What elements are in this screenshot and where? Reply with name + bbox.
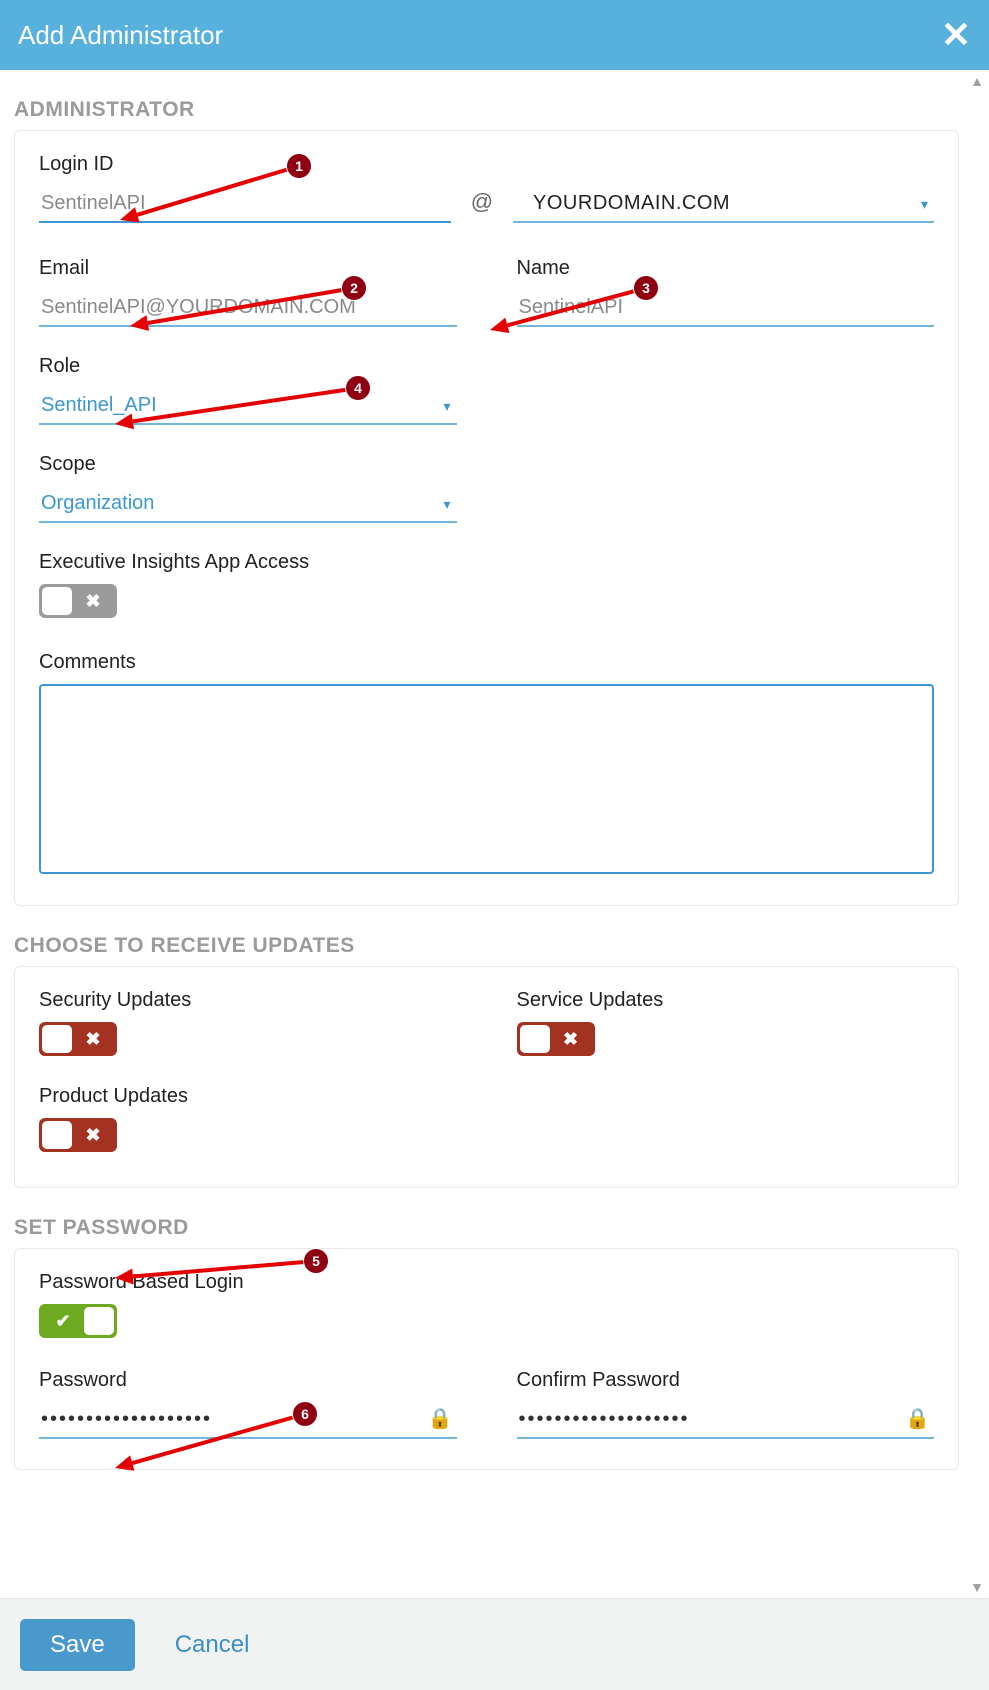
modal-footer: Save Cancel — [0, 1598, 989, 1690]
x-icon: ✖ — [73, 1125, 113, 1146]
login-id-input[interactable] — [39, 186, 451, 223]
email-label: Email — [39, 257, 457, 280]
x-icon: ✖ — [551, 1029, 591, 1050]
scope-label: Scope — [39, 453, 457, 476]
name-label: Name — [517, 257, 935, 280]
product-updates-label: Product Updates — [39, 1085, 457, 1108]
scrollbar[interactable]: ▲ ▼ — [965, 70, 989, 1598]
scroll-up-icon[interactable]: ▲ — [968, 72, 986, 90]
cancel-button[interactable]: Cancel — [175, 1631, 250, 1659]
save-button[interactable]: Save — [20, 1619, 135, 1671]
section-password: SET PASSWORD — [10, 1198, 965, 1248]
close-icon[interactable]: ✕ — [941, 14, 971, 56]
password-input[interactable] — [39, 1402, 457, 1439]
name-input[interactable] — [517, 290, 935, 327]
comments-label: Comments — [39, 651, 934, 674]
modal-title: Add Administrator — [18, 20, 223, 51]
pw-login-toggle[interactable]: ✔ — [39, 1304, 117, 1338]
modal-header: Add Administrator ✕ — [0, 0, 989, 70]
scroll-down-icon[interactable]: ▼ — [968, 1578, 986, 1596]
security-updates-toggle[interactable]: ✖ — [39, 1022, 117, 1056]
check-icon: ✔ — [43, 1311, 83, 1332]
security-updates-label: Security Updates — [39, 989, 457, 1012]
x-icon: ✖ — [73, 1029, 113, 1050]
domain-value: YOURDOMAIN.COM — [515, 192, 932, 215]
email-input[interactable] — [39, 290, 457, 327]
domain-select[interactable]: YOURDOMAIN.COM — [513, 186, 934, 223]
lock-icon[interactable]: 🔒 — [905, 1406, 930, 1431]
role-select[interactable]: Sentinel_API — [39, 388, 457, 425]
role-label: Role — [39, 355, 457, 378]
service-updates-toggle[interactable]: ✖ — [517, 1022, 595, 1056]
pw-login-label: Password Based Login — [39, 1271, 934, 1294]
x-icon: ✖ — [73, 591, 113, 612]
exec-access-toggle[interactable]: ✖ — [39, 584, 117, 618]
service-updates-label: Service Updates — [517, 989, 935, 1012]
at-symbol: @ — [463, 189, 501, 223]
password-label: Password — [39, 1369, 457, 1392]
section-administrator: ADMINISTRATOR — [10, 80, 965, 130]
comments-textarea[interactable] — [39, 684, 934, 874]
password-card: Password Based Login ✔ Password 🔒 Confir… — [14, 1248, 959, 1470]
login-id-label: Login ID — [39, 153, 451, 176]
section-updates: CHOOSE TO RECEIVE UPDATES — [10, 916, 965, 966]
product-updates-toggle[interactable]: ✖ — [39, 1118, 117, 1152]
updates-card: Security Updates ✖ Service Updates ✖ Pro… — [14, 966, 959, 1188]
confirm-password-label: Confirm Password — [517, 1369, 935, 1392]
administrator-card: Login ID @ YOURDOMAIN.COM ▾ Email — [14, 130, 959, 906]
modal-body: ADMINISTRATOR Login ID @ YOURDOMAIN.COM … — [0, 70, 965, 1598]
confirm-password-input[interactable] — [517, 1402, 935, 1439]
exec-access-label: Executive Insights App Access — [39, 551, 934, 574]
scope-select[interactable]: Organization — [39, 486, 457, 523]
lock-icon[interactable]: 🔒 — [428, 1406, 453, 1431]
